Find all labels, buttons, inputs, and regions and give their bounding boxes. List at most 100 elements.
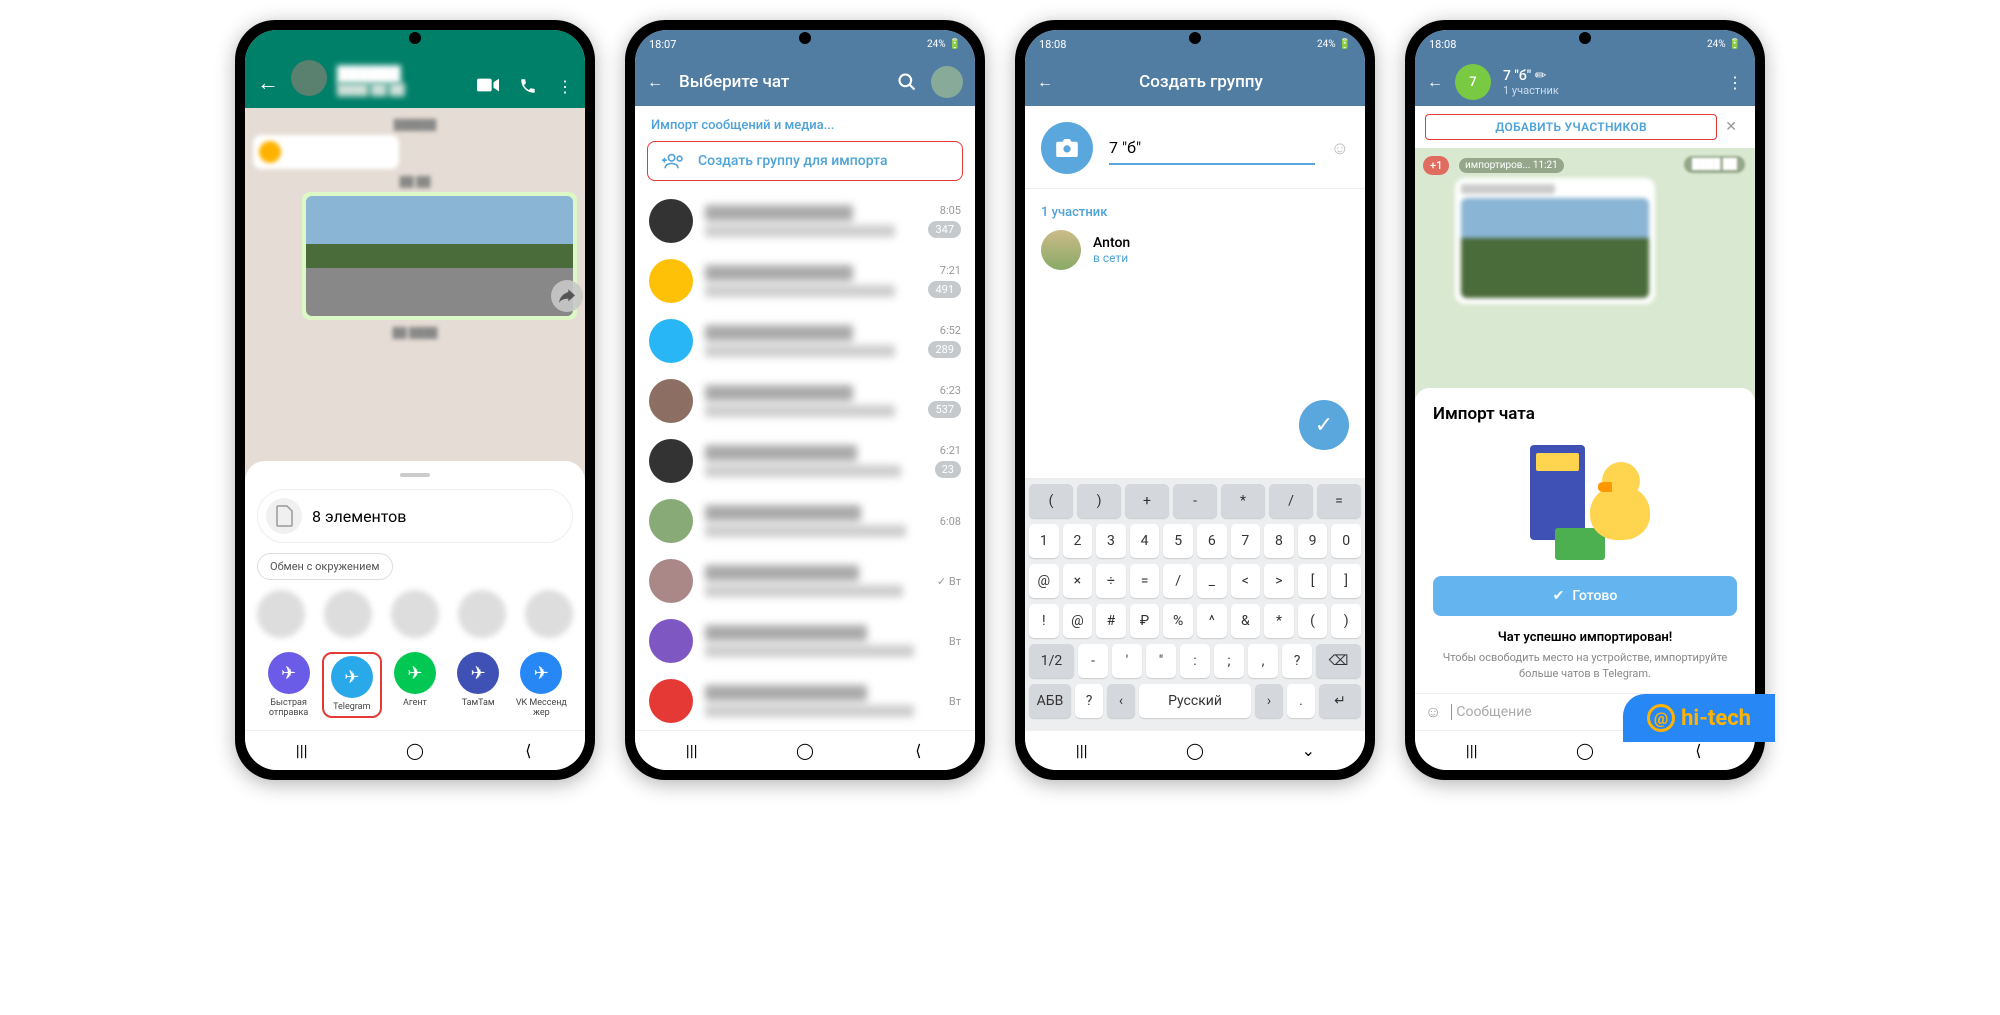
chat-list-item[interactable]: Вт: [635, 611, 975, 671]
keyboard-key[interactable]: -: [1078, 644, 1108, 678]
chat-list-item[interactable]: 6:2123: [635, 431, 975, 491]
create-import-group-button[interactable]: Создать группу для импорта: [647, 141, 963, 181]
keyboard-key[interactable]: ': [1112, 644, 1142, 678]
contact-suggestion[interactable]: [324, 590, 372, 638]
add-members-button[interactable]: ДОБАВИТЬ УЧАСТНИКОВ: [1425, 114, 1717, 140]
keyboard-key[interactable]: /: [1163, 564, 1193, 598]
share-app-быстрая-отправка[interactable]: ✈Быстрая отправка: [259, 652, 319, 718]
keyboard-key[interactable]: =: [1317, 484, 1361, 518]
back-arrow-icon[interactable]: ←: [1037, 72, 1053, 92]
recents-button[interactable]: |||: [292, 741, 312, 761]
keyboard-key[interactable]: 0: [1331, 524, 1361, 558]
back-button[interactable]: ⟨: [518, 741, 538, 761]
keyboard-key[interactable]: ": [1146, 644, 1176, 678]
share-app-telegram[interactable]: ✈Telegram: [322, 652, 382, 718]
keyboard-key[interactable]: :: [1180, 644, 1210, 678]
member-item[interactable]: Anton в сети: [1041, 230, 1349, 270]
keyboard-key[interactable]: <: [1231, 564, 1261, 598]
keyboard-key[interactable]: 9: [1298, 524, 1328, 558]
keyboard-key[interactable]: &: [1231, 604, 1261, 638]
chat-list-item[interactable]: 7:21491: [635, 251, 975, 311]
more-icon[interactable]: ⋮: [557, 77, 573, 96]
share-app-vk-мессенд-жер[interactable]: ✈VK Мессенд жер: [511, 652, 571, 718]
keyboard-key[interactable]: ): [1077, 484, 1121, 518]
keyboard-space-key[interactable]: Русский: [1139, 684, 1251, 718]
keyboard-delete-key[interactable]: ⌫: [1316, 644, 1361, 678]
forward-icon[interactable]: [551, 280, 583, 312]
keyboard-key[interactable]: ?: [1282, 644, 1312, 678]
keyboard-key[interactable]: %: [1163, 604, 1193, 638]
keyboard-key[interactable]: @: [1063, 604, 1093, 638]
chat-list-item[interactable]: 6:08: [635, 491, 975, 551]
emoji-icon[interactable]: ☺: [1331, 138, 1349, 159]
keyboard-key[interactable]: 7: [1231, 524, 1261, 558]
keyboard-key[interactable]: (: [1029, 484, 1073, 518]
contact-suggestion[interactable]: [458, 590, 506, 638]
contact-suggestion[interactable]: [391, 590, 439, 638]
chat-list-item[interactable]: 6:52289: [635, 311, 975, 371]
keyboard-key[interactable]: #: [1096, 604, 1126, 638]
voice-call-icon[interactable]: [519, 77, 537, 96]
keyboard-key[interactable]: ,: [1248, 644, 1278, 678]
chat-list-item[interactable]: ✓ Вт: [635, 551, 975, 611]
keyboard-key[interactable]: ?: [1075, 684, 1103, 718]
home-button[interactable]: ◯: [405, 741, 425, 761]
keyboard-key[interactable]: @: [1029, 564, 1059, 598]
confirm-fab[interactable]: ✓: [1299, 400, 1349, 450]
video-call-icon[interactable]: [477, 77, 499, 96]
search-icon[interactable]: [897, 72, 917, 92]
keyboard-key[interactable]: ^: [1197, 604, 1227, 638]
contact-suggestion[interactable]: [525, 590, 573, 638]
keyboard-hide-button[interactable]: ⌄: [1298, 741, 1318, 761]
keyboard-key[interactable]: 6: [1197, 524, 1227, 558]
recents-button[interactable]: |||: [682, 741, 702, 761]
shared-file-preview[interactable]: 8 элементов: [257, 489, 573, 543]
home-button[interactable]: ◯: [795, 741, 815, 761]
close-icon[interactable]: ✕: [1717, 115, 1745, 139]
back-button[interactable]: ⟨: [908, 741, 928, 761]
share-app-тамтам[interactable]: ✈ТамТам: [448, 652, 508, 718]
chat-list-item[interactable]: 6:23537: [635, 371, 975, 431]
share-app-агент[interactable]: ✈Агент: [385, 652, 445, 718]
keyboard-key[interactable]: -: [1173, 484, 1217, 518]
keyboard-key[interactable]: [: [1298, 564, 1328, 598]
keyboard-key[interactable]: .: [1287, 684, 1315, 718]
home-button[interactable]: ◯: [1575, 741, 1595, 761]
keyboard-key[interactable]: 8: [1264, 524, 1294, 558]
keyboard-key[interactable]: >: [1264, 564, 1294, 598]
group-photo-button[interactable]: [1041, 122, 1093, 174]
keyboard-key[interactable]: ×: [1063, 564, 1093, 598]
keyboard-key[interactable]: 4: [1130, 524, 1160, 558]
home-button[interactable]: ◯: [1185, 741, 1205, 761]
keyboard-key[interactable]: *: [1221, 484, 1265, 518]
keyboard-abc-key[interactable]: АБВ: [1029, 684, 1071, 718]
keyboard-lang-left[interactable]: ‹: [1107, 684, 1135, 718]
chat-title-area[interactable]: ██████ ████ ██ ██: [337, 65, 477, 96]
keyboard-key[interactable]: +: [1125, 484, 1169, 518]
keyboard-shift-key[interactable]: 1/2: [1029, 644, 1074, 678]
keyboard-key[interactable]: ]: [1331, 564, 1361, 598]
group-name-input[interactable]: [1109, 132, 1315, 165]
keyboard-lang-right[interactable]: ›: [1255, 684, 1283, 718]
chat-list-item[interactable]: Вт: [635, 671, 975, 730]
keyboard-key[interactable]: /: [1269, 484, 1313, 518]
keyboard-key[interactable]: _: [1197, 564, 1227, 598]
keyboard-key[interactable]: ): [1331, 604, 1361, 638]
outgoing-image-message[interactable]: [302, 192, 577, 320]
contact-avatar[interactable]: [291, 60, 327, 96]
profile-avatar[interactable]: [931, 66, 963, 98]
back-button[interactable]: ⟨: [1688, 741, 1708, 761]
back-arrow-icon[interactable]: ←: [647, 72, 663, 92]
keyboard-key[interactable]: (: [1298, 604, 1328, 638]
nearby-share-button[interactable]: Обмен с окружением: [257, 553, 393, 580]
keyboard-key[interactable]: =: [1130, 564, 1160, 598]
done-button[interactable]: ✔ Готово: [1433, 576, 1737, 616]
keyboard-key[interactable]: 2: [1063, 524, 1093, 558]
contact-suggestion[interactable]: [257, 590, 305, 638]
back-arrow-icon[interactable]: ←: [257, 70, 279, 96]
group-avatar[interactable]: 7: [1455, 64, 1491, 100]
drag-handle[interactable]: [400, 473, 430, 477]
keyboard-key[interactable]: 5: [1163, 524, 1193, 558]
keyboard-key[interactable]: *: [1264, 604, 1294, 638]
chat-list[interactable]: 8:05347 7:21491 6:52289 6:23537 6:2123 6…: [635, 191, 975, 730]
